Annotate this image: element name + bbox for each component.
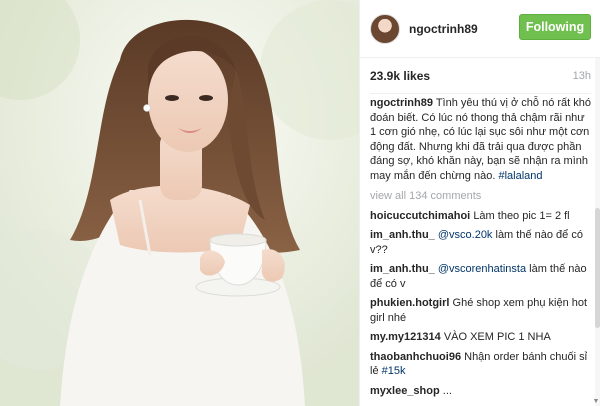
comment-text: VÀO XEM PIC 1 NHA [443, 331, 551, 343]
comment-username[interactable]: phukien.hotgirl [370, 297, 449, 309]
comment-mention[interactable]: @vscorenhatinsta [438, 263, 526, 275]
comment: my.my121314 VÀO XEM PIC 1 NHA [370, 330, 591, 345]
comments-scrollbar[interactable]: ▼ [592, 58, 600, 406]
instagram-post: ngoctrinh89 Following 23.9k likes 13h ng… [0, 0, 600, 406]
scroll-down-arrow-icon[interactable]: ▼ [592, 398, 600, 406]
comment-hashtag[interactable]: #15k [382, 365, 406, 377]
comment-text: Làm theo pic 1= 2 fl [473, 209, 570, 222]
scrollbar-thumb[interactable] [595, 208, 600, 328]
comment-username[interactable]: im_anh.thu_ [370, 263, 435, 275]
caption-text: Tình yêu thú vị ở chỗ nó rất khó đoán bi… [370, 97, 591, 182]
comment: myxlee_shop ... [370, 384, 591, 399]
comment: phukien.hotgirl Ghé shop xem phụ kiện ho… [370, 296, 591, 325]
comment-username[interactable]: thaobanhchuoi96 [370, 351, 461, 363]
caption-hashtag[interactable]: #lalaland [498, 170, 542, 182]
comment: hoicuccutchimahoi Làm theo pic 1= 2 fl [370, 209, 591, 224]
post-photo[interactable] [0, 0, 359, 406]
comment-username[interactable]: im_anh.thu_ [370, 229, 435, 241]
comment: im_anh.thu_ @vscorenhatinsta làm thế nào… [370, 262, 591, 291]
post-stats: 23.9k likes 13h [370, 58, 591, 94]
view-all-comments-link[interactable]: view all 134 comments [370, 189, 591, 204]
photo-illustration [0, 0, 359, 406]
post-side-panel: ngoctrinh89 Following 23.9k likes 13h ng… [359, 0, 600, 406]
comment-username[interactable]: my.my121314 [370, 331, 441, 343]
comment-username[interactable]: myxlee_shop [370, 385, 440, 397]
caption-username[interactable]: ngoctrinh89 [370, 97, 433, 109]
comment: thaobanhchuoi96 Nhận order bánh chuối sỉ… [370, 350, 591, 379]
avatar[interactable] [370, 13, 400, 44]
post-header: ngoctrinh89 Following [360, 0, 600, 58]
username-link[interactable]: ngoctrinh89 [409, 22, 478, 36]
comment-username[interactable]: hoicuccutchimahoi [370, 210, 470, 222]
likes-count[interactable]: 23.9k likes [370, 69, 430, 83]
comments-list: ngoctrinh89 Tình yêu thú vị ở chỗ nó rất… [370, 96, 591, 398]
post-timestamp[interactable]: 13h [573, 70, 591, 82]
comment: im_anh.thu_ @vsco.20k làm thế nào để có … [370, 228, 591, 257]
following-button[interactable]: Following [519, 14, 591, 40]
caption: ngoctrinh89 Tình yêu thú vị ở chỗ nó rất… [370, 96, 591, 183]
comment-mention[interactable]: @vsco.20k [438, 229, 493, 241]
comment-text: ... [442, 384, 452, 397]
